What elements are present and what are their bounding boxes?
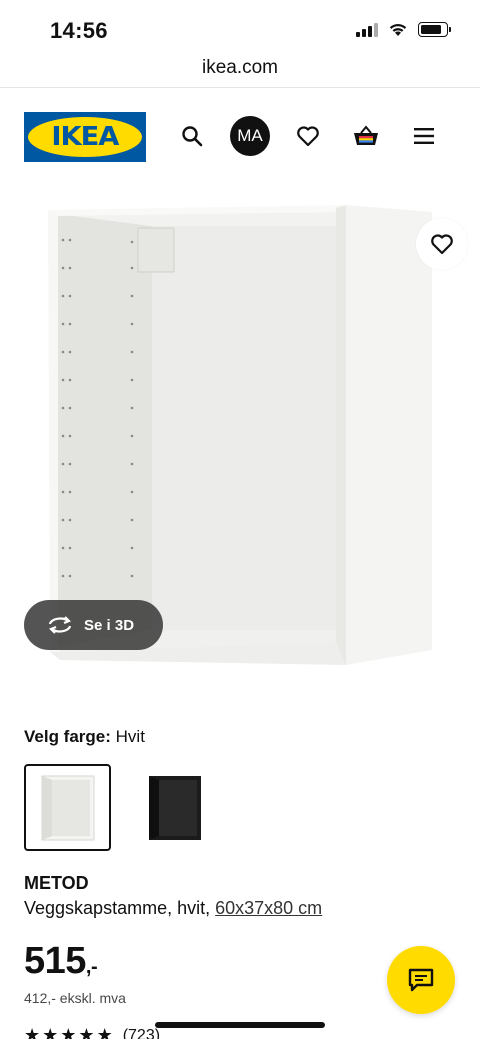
rating[interactable]: ★ ★ ★ ★ ★ (723): [24, 1025, 160, 1039]
star-icon: ★: [42, 1025, 59, 1039]
avatar[interactable]: MA: [230, 116, 270, 156]
white-cabinet-thumbnail: [41, 775, 94, 840]
battery-fill: [421, 25, 442, 34]
battery-icon: [418, 22, 451, 37]
chat-button[interactable]: [387, 946, 455, 1014]
price-suffix: ,-: [85, 956, 98, 978]
color-value: Hvit: [115, 727, 145, 746]
swatch-black[interactable]: [131, 764, 218, 851]
cart-icon[interactable]: [346, 116, 386, 156]
color-selection: Velg farge: Hvit: [24, 727, 145, 747]
header-icons: MA: [172, 116, 444, 156]
wifi-icon: [389, 24, 407, 36]
rotate-3d-icon: [48, 616, 72, 634]
home-indicator: [155, 1022, 325, 1028]
view-in-3d-label: Se i 3D: [84, 616, 135, 634]
product-description-text: Veggskapstamme, hvit,: [24, 898, 216, 918]
black-cabinet-thumbnail: [148, 775, 201, 840]
address-bar[interactable]: ikea.com: [0, 54, 480, 88]
signal-icon: [356, 22, 378, 37]
heart-icon: [431, 234, 453, 255]
color-swatches: [24, 764, 218, 851]
chat-icon: [408, 968, 434, 992]
heart-icon[interactable]: [288, 116, 328, 156]
product-name: METOD: [24, 873, 89, 893]
status-icons: [356, 22, 451, 37]
product-image[interactable]: Se i 3D: [0, 190, 480, 690]
logo-text: IKEA: [51, 122, 120, 152]
search-icon[interactable]: [172, 116, 212, 156]
price-main: 515: [24, 940, 86, 982]
star-icon: ★: [78, 1025, 95, 1039]
star-icon: ★: [24, 1025, 41, 1039]
logo-oval: IKEA: [28, 117, 142, 157]
status-time: 14:56: [50, 18, 108, 43]
product-dimensions-link[interactable]: 60x37x80 cm: [215, 898, 322, 918]
view-in-3d-button[interactable]: Se i 3D: [24, 600, 163, 650]
star-icon: ★: [60, 1025, 77, 1039]
review-count: (723): [122, 1026, 161, 1039]
half-star-icon: ★: [96, 1025, 113, 1039]
product-description: Veggskapstamme, hvit, 60x37x80 cm: [24, 898, 322, 919]
ikea-logo[interactable]: IKEA: [24, 112, 146, 162]
color-label: Velg farge:: [24, 727, 111, 746]
url-text[interactable]: ikea.com: [202, 57, 278, 78]
price-excl-vat: 412,- ekskl. mva: [24, 990, 126, 1006]
menu-icon[interactable]: [404, 116, 444, 156]
site-header: IKEA MA: [0, 88, 480, 188]
add-to-favourites-button[interactable]: [416, 218, 468, 270]
price: 515,-: [24, 940, 98, 983]
status-bar: 14:56: [0, 0, 480, 54]
swatch-white[interactable]: [24, 764, 111, 851]
